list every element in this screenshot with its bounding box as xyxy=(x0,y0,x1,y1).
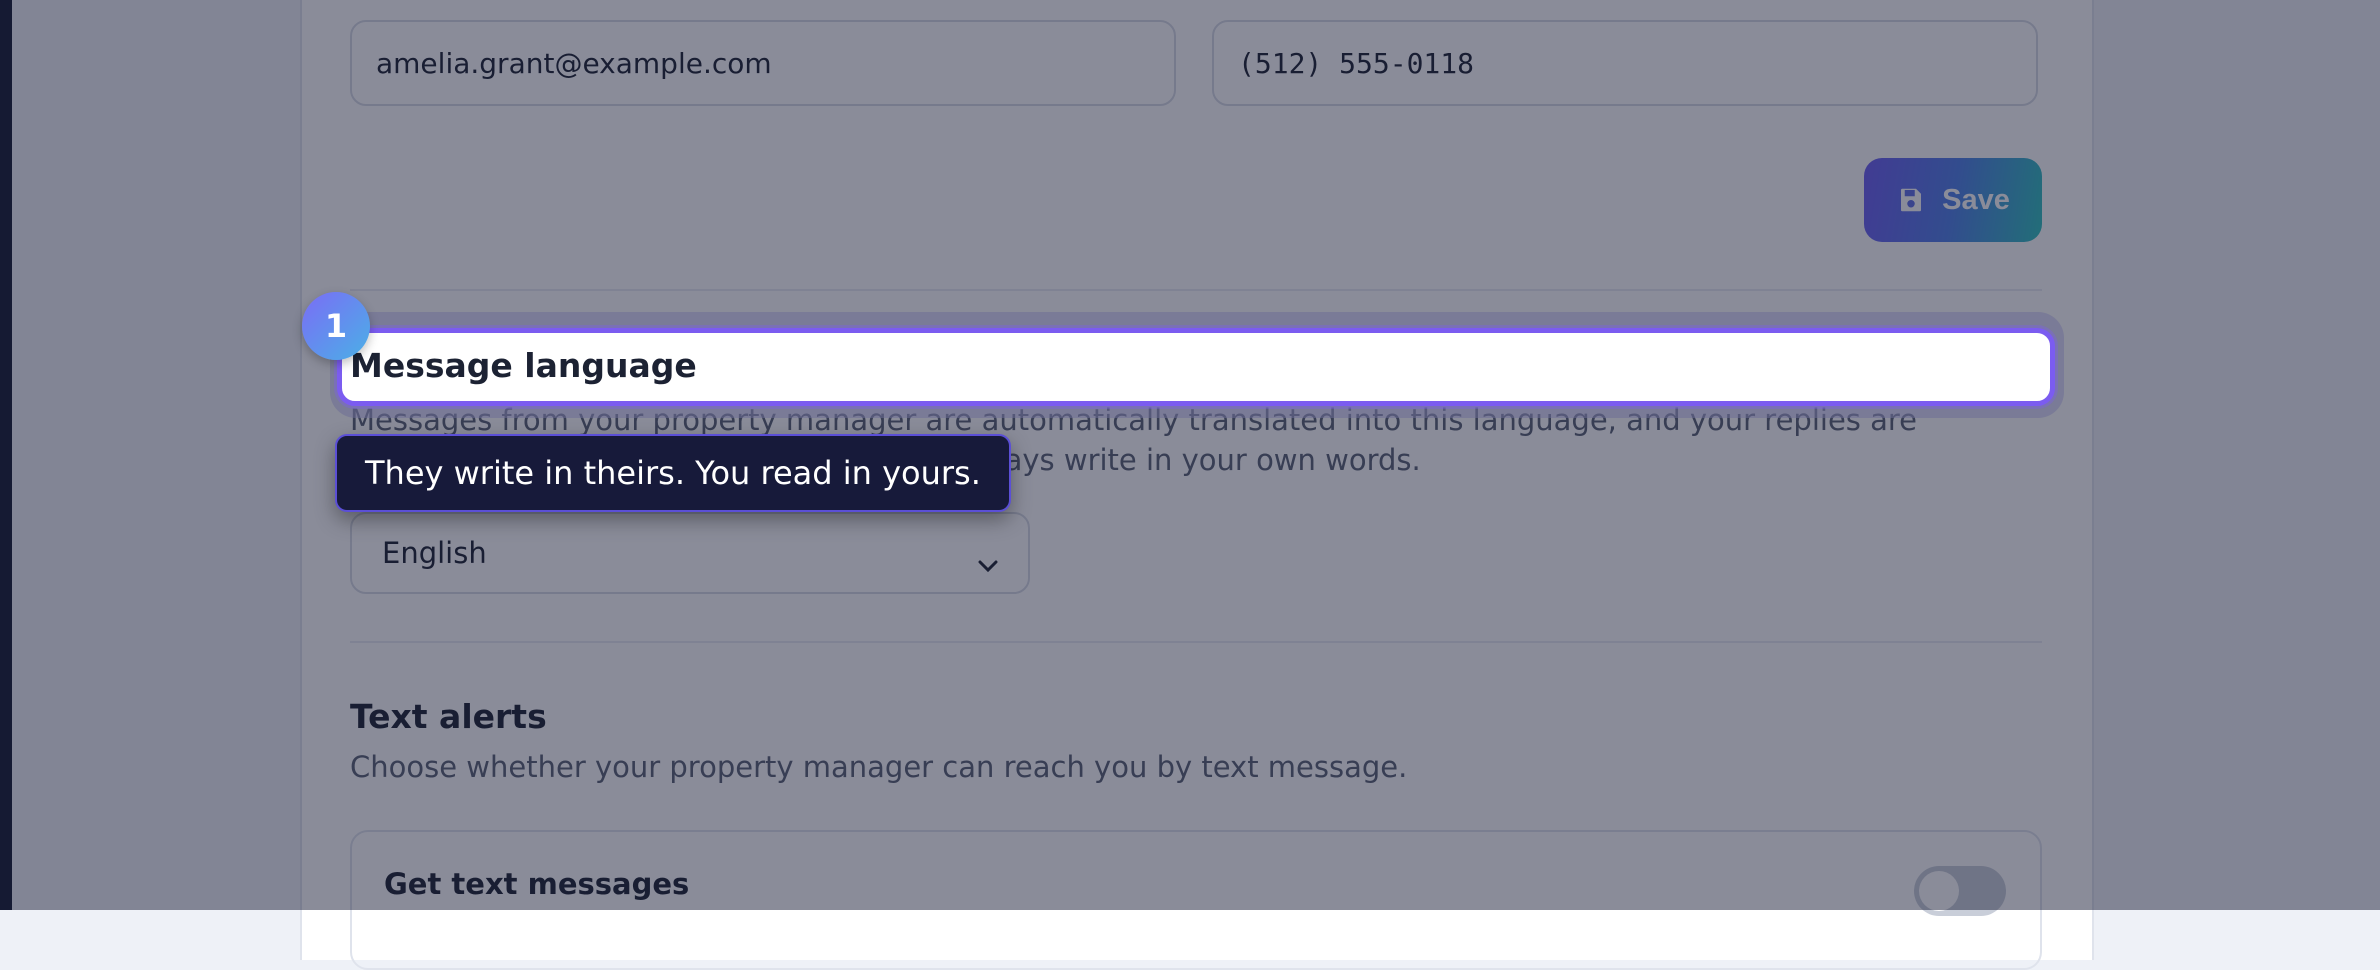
email-value: amelia.grant@example.com xyxy=(376,46,772,80)
chevron-down-icon xyxy=(978,546,998,573)
save-label: Save xyxy=(1942,183,2010,216)
tour-tooltip-text: They write in theirs. You read in yours. xyxy=(365,454,981,492)
email-field[interactable]: amelia.grant@example.com xyxy=(350,20,1176,106)
text-alerts-heading: Text alerts xyxy=(350,697,547,736)
spotlight-heading: Message language xyxy=(350,346,697,385)
text-messages-toggle-label: Get text messages xyxy=(384,867,690,901)
text-alerts-description: Choose whether your property manager can… xyxy=(350,750,1408,784)
floppy-disk-icon xyxy=(1896,185,1926,215)
tour-tooltip[interactable]: They write in theirs. You read in yours. xyxy=(335,434,1011,512)
save-button[interactable]: Save xyxy=(1864,158,2042,242)
section-divider xyxy=(350,289,2042,291)
tour-step-badge: 1 xyxy=(302,292,370,360)
phone-field[interactable]: (512) 555-0118 xyxy=(1212,20,2038,106)
app-left-rail xyxy=(0,0,12,910)
text-messages-toggle[interactable] xyxy=(1914,866,2006,916)
language-select[interactable]: English xyxy=(350,512,1030,594)
section-divider xyxy=(350,641,2042,643)
phone-value: (512) 555-0118 xyxy=(1238,46,1475,80)
toggle-knob xyxy=(1919,871,1959,911)
language-select-value: English xyxy=(382,536,487,570)
